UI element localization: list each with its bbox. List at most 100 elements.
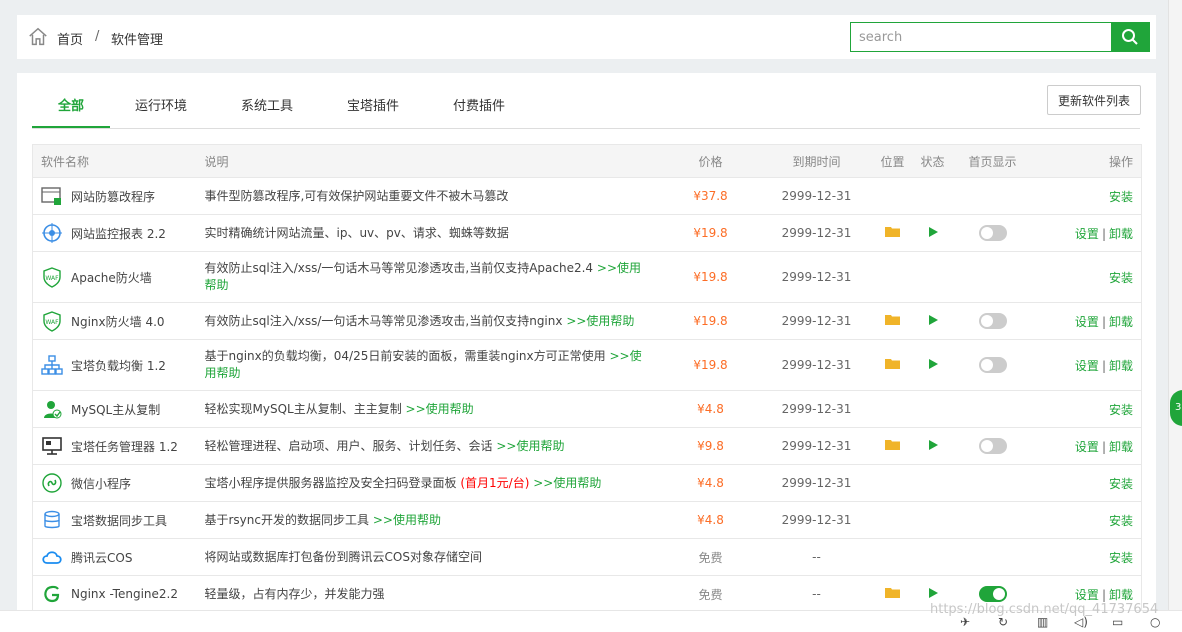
help-link[interactable]: >>使用帮助: [373, 513, 441, 527]
software-name: 宝塔数据同步工具: [71, 513, 168, 528]
install-link[interactable]: 安装: [1109, 477, 1133, 491]
help-link[interactable]: >>使用帮助: [533, 476, 601, 490]
tab-paid-plugins[interactable]: 付费插件: [453, 95, 505, 114]
software-name: 宝塔负载均衡 1.2: [71, 358, 166, 373]
trash-icon[interactable]: ▥: [1037, 615, 1053, 629]
row-description: 宝塔小程序提供服务器监控及安全扫码登录面板: [204, 475, 457, 490]
table-row: 宝塔任务管理器 1.2 轻松管理进程、启动项、用户、服务、计划任务、会话 >>使用…: [32, 427, 1142, 465]
breadcrumb-home[interactable]: 首页: [57, 29, 83, 48]
search-tray-icon[interactable]: ○: [1150, 615, 1166, 629]
software-name: Nginx -Tengine2.2: [71, 587, 178, 601]
table-row: 宝塔数据同步工具 基于rsync开发的数据同步工具 >>使用帮助 ¥4.8 2999-…: [32, 501, 1142, 539]
uninstall-link[interactable]: 卸载: [1109, 440, 1133, 454]
folder-icon[interactable]: [884, 315, 901, 329]
tamper-icon: [41, 185, 63, 207]
refresh-icon[interactable]: ↻: [998, 615, 1014, 629]
action-separator: |: [1101, 226, 1106, 241]
waf-icon: WAF: [41, 310, 63, 332]
help-link[interactable]: >>使用帮助: [566, 314, 634, 328]
play-icon[interactable]: [927, 226, 939, 241]
folder-icon[interactable]: [884, 227, 901, 241]
breadcrumb-bar: 首页 / 软件管理: [17, 15, 1156, 59]
settings-link[interactable]: 设置: [1075, 315, 1099, 329]
help-link[interactable]: >>使用帮助: [496, 439, 564, 453]
settings-link[interactable]: 设置: [1075, 440, 1099, 454]
software-table: 软件名称 说明 价格 到期时间 位置 状态 首页显示 操作 网站防篡改程序 事件型…: [32, 144, 1142, 613]
folder-icon[interactable]: [884, 359, 901, 373]
message-icon[interactable]: ▭: [1112, 615, 1128, 629]
price: 免费: [698, 550, 723, 565]
homepage-toggle[interactable]: [978, 313, 1007, 329]
search-button[interactable]: [1111, 23, 1149, 51]
expire-date: 2999-12-31: [781, 226, 852, 240]
expire-date: --: [812, 550, 821, 564]
action-separator: |: [1101, 314, 1106, 329]
install-link[interactable]: 安装: [1109, 551, 1133, 565]
price: ¥37.8: [693, 189, 728, 203]
rocket-icon[interactable]: ✈: [960, 615, 976, 629]
tab-runtime[interactable]: 运行环境: [135, 95, 187, 114]
homepage-toggle[interactable]: [978, 438, 1007, 454]
homepage-toggle[interactable]: [978, 225, 1007, 241]
install-link[interactable]: 安装: [1109, 403, 1133, 417]
install-link[interactable]: 安装: [1109, 271, 1133, 285]
folder-icon[interactable]: [884, 588, 901, 602]
uninstall-link[interactable]: 卸载: [1109, 227, 1133, 241]
play-icon[interactable]: [927, 439, 939, 454]
play-icon[interactable]: [927, 358, 939, 373]
tab-bt-plugins[interactable]: 宝塔插件: [347, 95, 399, 114]
table-header: 软件名称 说明 价格 到期时间 位置 状态 首页显示 操作: [32, 144, 1142, 178]
uninstall-link[interactable]: 卸载: [1109, 588, 1133, 602]
homepage-toggle[interactable]: [978, 586, 1007, 602]
install-link[interactable]: 安装: [1109, 514, 1133, 528]
uninstall-link[interactable]: 卸载: [1109, 315, 1133, 329]
install-link[interactable]: 安装: [1109, 190, 1133, 204]
breadcrumb-separator: /: [95, 29, 100, 44]
expire-date: 2999-12-31: [781, 402, 852, 416]
row-description: 实时精确统计网站流量、ip、uv、pv、请求、蜘蛛等数据: [204, 225, 509, 240]
price: ¥19.8: [693, 314, 728, 328]
play-icon[interactable]: [927, 587, 939, 602]
software-name: Nginx防火墙 4.0: [71, 314, 165, 329]
expire-date: 2999-12-31: [781, 189, 852, 203]
help-link[interactable]: >>使用帮助: [406, 402, 474, 416]
floating-badge[interactable]: 3: [1170, 390, 1182, 426]
search-input[interactable]: [851, 23, 1111, 51]
database-sync-icon: [41, 509, 63, 531]
row-description: 事件型防篡改程序,可有效保护网站重要文件不被木马篡改: [204, 188, 509, 203]
speaker-icon[interactable]: ◁): [1074, 615, 1090, 629]
col-location: 位置: [880, 154, 905, 169]
wechat-miniapp-icon: [41, 472, 63, 494]
col-price: 价格: [698, 154, 723, 169]
software-name: 宝塔任务管理器 1.2: [71, 439, 178, 454]
software-name: 网站防篡改程序: [71, 189, 156, 204]
settings-link[interactable]: 设置: [1075, 359, 1099, 373]
home-icon[interactable]: [27, 26, 49, 48]
task-manager-icon: [41, 435, 63, 457]
row-description: 有效防止sql注入/xss/一句话木马等常见渗透攻击,当前仅支持nginx: [204, 313, 563, 328]
settings-link[interactable]: 设置: [1075, 588, 1099, 602]
homepage-toggle[interactable]: [978, 357, 1007, 373]
price: ¥4.8: [697, 476, 724, 490]
price: ¥4.8: [697, 513, 724, 527]
expire-date: 2999-12-31: [781, 270, 852, 284]
update-software-list-button[interactable]: 更新软件列表: [1047, 85, 1141, 115]
expire-date: 2999-12-31: [781, 476, 852, 490]
settings-link[interactable]: 设置: [1075, 227, 1099, 241]
action-separator: |: [1101, 439, 1106, 454]
play-icon[interactable]: [927, 314, 939, 329]
col-name: 软件名称: [41, 154, 90, 169]
price: 免费: [698, 587, 723, 602]
folder-icon[interactable]: [884, 440, 901, 454]
expire-date: 2999-12-31: [781, 314, 852, 328]
page-scrollbar[interactable]: [1168, 0, 1182, 610]
row-description: 基于nginx的负载均衡，04/25日前安装的面板，需重装nginx方可正常使用: [204, 349, 606, 363]
svg-text:WAF: WAF: [45, 275, 59, 282]
row-description: 轻量级，占有内存少，并发能力强: [204, 586, 385, 601]
tengine-icon: [41, 583, 63, 605]
tab-system-tools[interactable]: 系统工具: [241, 95, 293, 114]
uninstall-link[interactable]: 卸载: [1109, 359, 1133, 373]
tab-all[interactable]: 全部: [58, 95, 84, 114]
col-expire: 到期时间: [792, 154, 841, 169]
col-homepage: 首页显示: [968, 154, 1017, 169]
